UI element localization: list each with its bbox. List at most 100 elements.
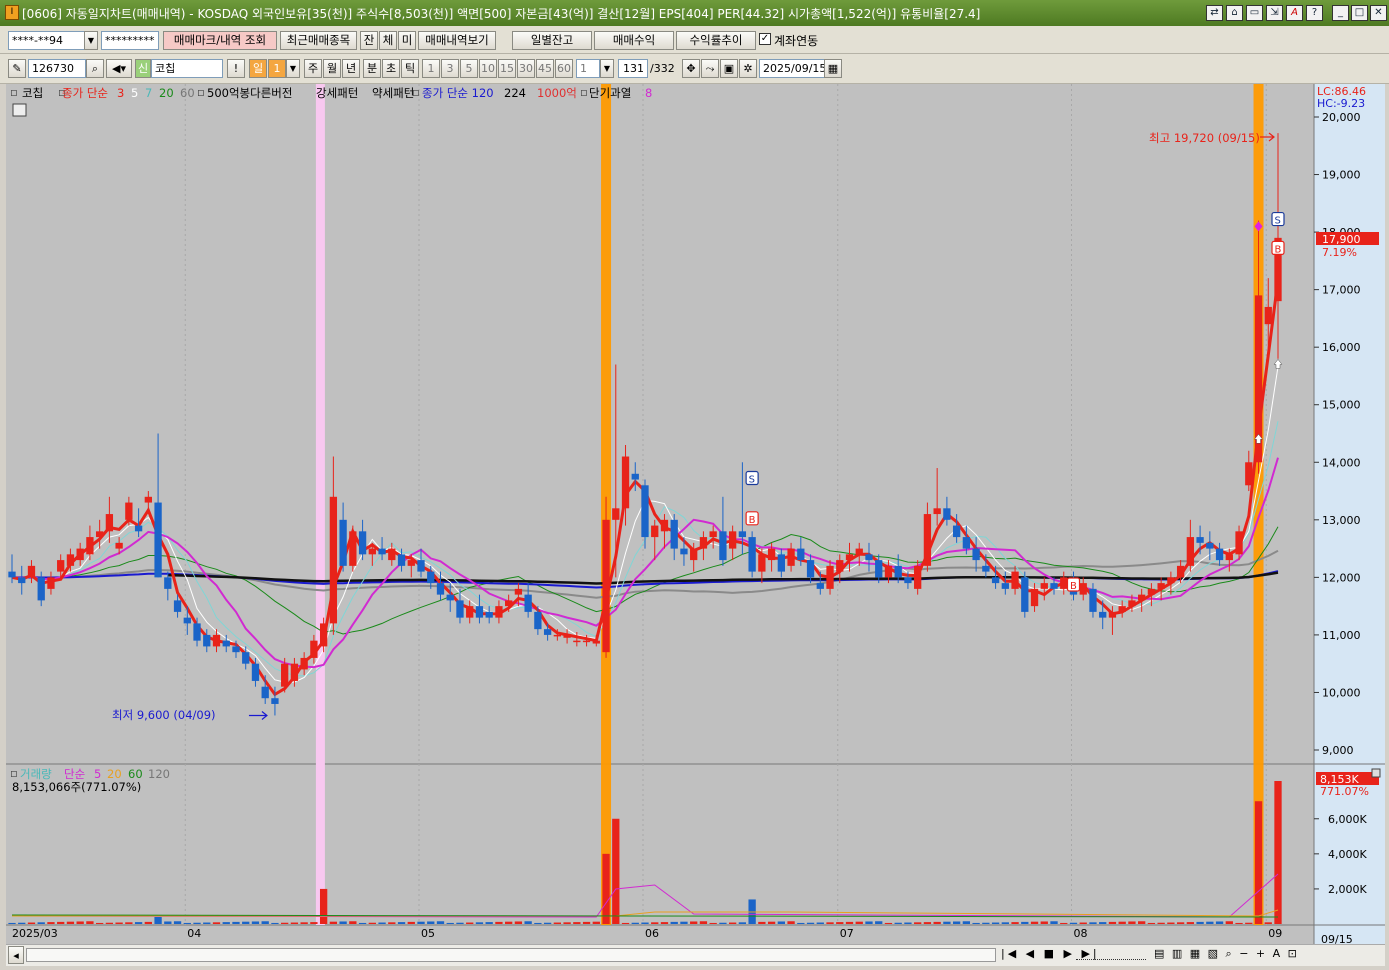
interval-3-button[interactable]: 3 (441, 59, 459, 78)
period-minute-button[interactable]: 분 (363, 59, 381, 78)
volume-bar (1157, 922, 1165, 924)
candle (612, 508, 620, 520)
volume-bar (952, 921, 961, 924)
period-year-button[interactable]: 년 (342, 59, 360, 78)
settings-gear-icon[interactable]: ✲ (739, 59, 757, 78)
interval-10-button[interactable]: 10 (479, 59, 497, 78)
daily-balance-button[interactable]: 일별잔고 (512, 31, 592, 50)
candle (183, 617, 191, 624)
volume-bar (475, 922, 484, 924)
export-icon[interactable]: ⇲ (1266, 5, 1283, 21)
close-icon[interactable]: ✕ (1370, 5, 1387, 21)
password-field[interactable]: ********* (101, 31, 159, 50)
help-icon[interactable]: ? (1306, 5, 1323, 21)
pan-icon[interactable]: ✥ (682, 59, 700, 78)
unfilled-button[interactable]: 미 (398, 31, 416, 50)
volume-bar (339, 921, 347, 924)
font-icon[interactable]: A (1286, 5, 1303, 21)
chart-icon[interactable]: ⌂ (1226, 5, 1243, 21)
candle (95, 531, 104, 538)
volume-bar (1079, 922, 1087, 924)
stock-code-input[interactable]: 126730 (28, 59, 86, 78)
maximize-icon[interactable]: □ (1351, 5, 1368, 21)
save-icon[interactable]: ▣ (720, 59, 738, 78)
volume-bar (319, 888, 328, 924)
candle (281, 663, 289, 687)
candle (592, 640, 600, 644)
period-month-button[interactable]: 월 (323, 59, 341, 78)
scroll-track[interactable] (26, 948, 996, 962)
account-dropdown-icon[interactable]: ▼ (84, 31, 98, 50)
period-day-button[interactable]: 일 (249, 59, 267, 78)
period-week-button[interactable]: 주 (304, 59, 322, 78)
window-icon[interactable]: ▭ (1246, 5, 1263, 21)
interval-30-button[interactable]: 30 (517, 59, 535, 78)
code-search-icon[interactable]: ✎ (8, 59, 26, 78)
mark-query-button[interactable]: 매매마크/내역 조회 (163, 31, 277, 50)
recent-items-button[interactable]: 최근매매종목 (280, 31, 357, 50)
interval-15-button[interactable]: 15 (498, 59, 516, 78)
date-input[interactable]: 2025/09/15 (759, 59, 825, 78)
interval-45-button[interactable]: 45 (536, 59, 554, 78)
legend-stock-name: 코칩 (22, 86, 43, 100)
candle (660, 519, 669, 532)
bar-count-input[interactable]: 131 (618, 59, 648, 78)
volume-bar (699, 921, 708, 924)
alert-button[interactable]: ! (227, 59, 245, 78)
volume-bar (1235, 922, 1243, 924)
scroll-left-icon[interactable]: ◂ (8, 946, 24, 964)
volume-bar (524, 921, 532, 924)
minimize-icon[interactable]: _ (1332, 5, 1349, 21)
chart-tool-icon[interactable]: ⤳ (701, 59, 719, 78)
period-tick-button[interactable]: 틱 (401, 59, 419, 78)
bar-total-label: /332 (650, 62, 675, 75)
chart-scrollbar[interactable]: ◂ |◀ ◀ ■ ▶ ▶| ▤ ▥ ▦ ▧ ⌕ − + A ⊡ (6, 944, 1385, 966)
volume-bar (388, 922, 396, 924)
volume-bar (923, 922, 932, 924)
trade-profit-button[interactable]: 매매수익 (594, 31, 674, 50)
magnifier-icon[interactable]: ⌕ (86, 59, 104, 78)
zoom-slider[interactable] (1076, 949, 1146, 960)
volume-bar (251, 921, 260, 924)
balance-button[interactable]: 잔 (360, 31, 378, 50)
volume-bar (300, 922, 308, 924)
legend-ma60: 60 (180, 86, 195, 100)
y-axis-label: 12,000 (1322, 571, 1361, 584)
candle (1245, 462, 1253, 486)
volume-bar (495, 921, 503, 924)
stock-chart[interactable]: 20,00019,00018,00017,00016,00015,00014,0… (6, 84, 1385, 944)
candle (1225, 554, 1233, 561)
candle (1176, 565, 1185, 578)
y-axis-label: 19,000 (1322, 169, 1361, 182)
candle (514, 588, 523, 595)
candle (105, 514, 114, 532)
candle (719, 531, 727, 561)
interval-60-button[interactable]: 60 (555, 59, 573, 78)
interval-dropdown-icon[interactable]: ▼ (600, 59, 614, 78)
candle (670, 519, 678, 549)
period-dropdown-icon[interactable]: ▼ (286, 59, 300, 78)
volume-bar (680, 921, 688, 924)
panel-close-icon[interactable] (1371, 768, 1381, 778)
period-num-field[interactable]: 1 (268, 59, 286, 78)
stock-name-field[interactable]: 코칩 (151, 59, 223, 78)
volume-bar (1118, 921, 1126, 924)
speaker-icon[interactable]: ◀▾ (106, 59, 132, 78)
candle (777, 554, 785, 572)
account-link-checkbox[interactable]: ✓ (759, 33, 771, 45)
link-icon[interactable]: ⇄ (1206, 5, 1223, 21)
trade-marker-label: S (749, 475, 755, 486)
grid-toggle-icon[interactable] (12, 103, 27, 117)
interval-1-button[interactable]: 1 (422, 59, 440, 78)
interval-5-button[interactable]: 5 (460, 59, 478, 78)
calendar-icon[interactable]: ▦ (824, 59, 842, 78)
interval-input[interactable]: 1 (576, 59, 600, 78)
executed-button[interactable]: 체 (379, 31, 397, 50)
legend-box-icon: ▫ (412, 85, 420, 99)
return-trend-button[interactable]: 수익률추이 (676, 31, 756, 50)
zoom-tools[interactable]: ▤ ▥ ▦ ▧ ⌕ − + A ⊡ (1154, 947, 1299, 961)
volume-bar (777, 921, 785, 924)
volume-bar (670, 921, 678, 924)
period-second-button[interactable]: 초 (382, 59, 400, 78)
history-button[interactable]: 매매내역보기 (418, 31, 496, 50)
